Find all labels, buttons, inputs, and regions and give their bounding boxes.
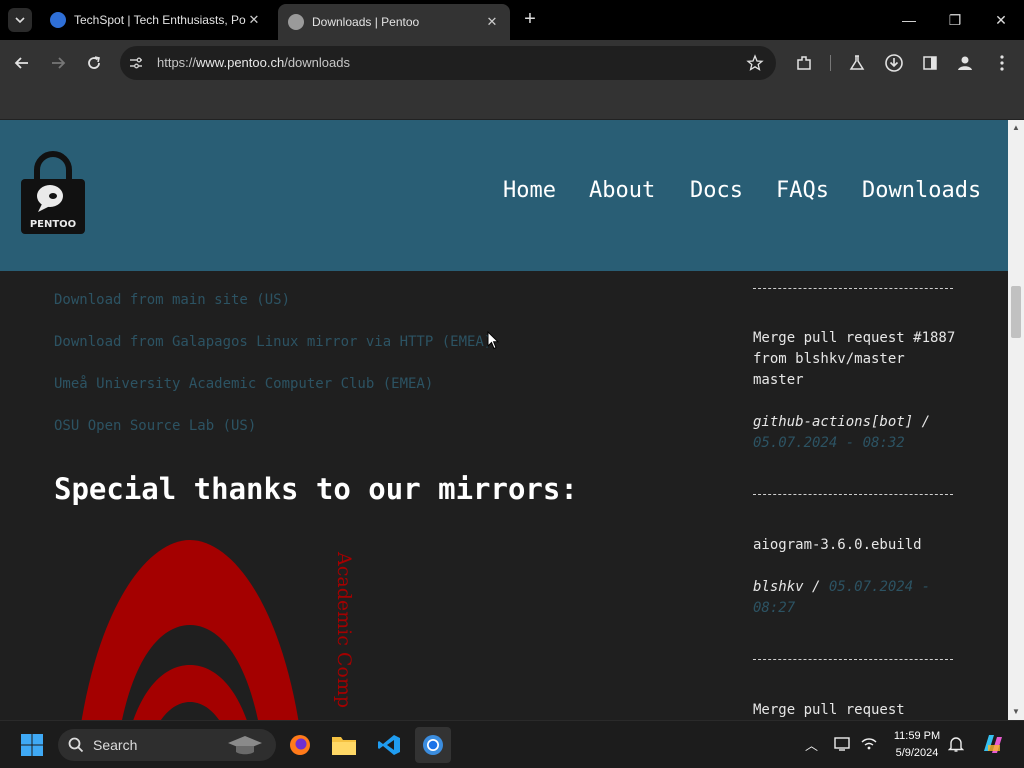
- address-bar[interactable]: https://www.pentoo.ch/downloads: [120, 46, 776, 80]
- start-button[interactable]: [14, 727, 50, 763]
- nav-about[interactable]: About: [589, 178, 655, 203]
- divider: [753, 288, 953, 289]
- system-clock[interactable]: 11:59 PM 5/9/2024: [888, 728, 946, 762]
- chevron-down-icon: [15, 17, 25, 24]
- firefox-app[interactable]: [282, 727, 318, 763]
- svg-text:Academic Comp: Academic Comp: [333, 551, 355, 708]
- bookmarks-bar: [0, 86, 1024, 120]
- commit-message[interactable]: Merge pull request: [753, 700, 958, 720]
- new-tab-button[interactable]: +: [518, 8, 542, 32]
- search-label: Search: [93, 737, 138, 753]
- search-icon: [68, 737, 84, 753]
- profile-icon[interactable]: [954, 52, 976, 74]
- notification-bell-icon[interactable]: [948, 735, 964, 753]
- labs-flask-icon[interactable]: [846, 52, 868, 74]
- close-tab-icon[interactable]: ✕: [246, 12, 262, 28]
- commit-meta: blshkv / 05.07.2024 - 08:27: [753, 579, 931, 616]
- page-scrollbar[interactable]: ▲ ▼: [1008, 120, 1024, 720]
- clock-time: 11:59 PM: [893, 730, 941, 742]
- nav-home[interactable]: Home: [503, 178, 556, 203]
- taskbar-search[interactable]: Search: [58, 729, 276, 761]
- commit-author[interactable]: github-actions[bot]: [753, 414, 913, 430]
- nav-docs[interactable]: Docs: [690, 178, 743, 203]
- firefox-icon: [290, 735, 310, 755]
- divider: [753, 494, 953, 495]
- mirror-link-main-site[interactable]: Download from main site (US): [54, 292, 290, 308]
- site-settings-icon[interactable]: [128, 55, 144, 71]
- vscode-app[interactable]: [371, 727, 407, 763]
- reload-button[interactable]: [80, 49, 108, 77]
- arrow-right-icon: [52, 57, 66, 69]
- url-text: https://www.pentoo.ch/downloads: [157, 55, 350, 70]
- scroll-up-arrow-icon[interactable]: ▲: [1008, 120, 1024, 136]
- show-hidden-icons-chevron-icon[interactable]: ︿: [805, 735, 818, 754]
- mirror-link-galapagos[interactable]: Download from Galapagos Linux mirror via…: [54, 334, 492, 350]
- back-button[interactable]: [8, 49, 36, 77]
- techspot-favicon-icon: [50, 12, 66, 28]
- file-explorer-app[interactable]: [326, 727, 362, 763]
- graduation-cap-icon: [228, 736, 262, 755]
- forward-button[interactable]: [44, 49, 72, 77]
- folder-icon: [332, 737, 356, 755]
- toolbar-divider: [830, 55, 831, 71]
- extensions-icon[interactable]: [793, 52, 815, 74]
- commit-message[interactable]: Merge pull request #1887 from blshkv/mas…: [753, 328, 958, 391]
- commit-date: 05.07.2024 - 08:32: [753, 435, 905, 451]
- copilot-icon[interactable]: [980, 731, 1006, 757]
- side-panel-icon[interactable]: [919, 52, 941, 74]
- restore-button[interactable]: ❐: [932, 0, 978, 40]
- chrome-icon: [423, 735, 443, 755]
- tab-pentoo-downloads[interactable]: Downloads | Pentoo ✕: [278, 4, 510, 40]
- recent-commits-sidebar: Merge pull request #1887 from blshkv/mas…: [753, 120, 958, 720]
- divider: [753, 659, 953, 660]
- mouse-pointer-icon: [487, 331, 499, 350]
- scroll-thumb[interactable]: [1011, 286, 1021, 338]
- globe-icon: [288, 14, 304, 30]
- downloads-icon[interactable]: [883, 52, 905, 74]
- close-window-button[interactable]: ✕: [978, 0, 1024, 40]
- url-scheme: https://: [157, 55, 197, 70]
- arrow-left-icon: [14, 57, 28, 69]
- close-tab-icon[interactable]: ✕: [484, 14, 500, 30]
- page-viewport: PENTOO Home About Docs FAQs Downloads Do…: [0, 120, 1008, 720]
- network-icon[interactable]: [860, 736, 878, 752]
- tab-techspot[interactable]: TechSpot | Tech Enthusiasts, Po ✕: [40, 4, 272, 36]
- windows-logo-icon: [21, 734, 43, 756]
- windows-taskbar: Search ︿ 11:59 PM 5/9/2024: [0, 720, 1024, 768]
- display-icon[interactable]: [834, 736, 852, 752]
- mirror-link-osu[interactable]: OSU Open Source Lab (US): [54, 418, 256, 434]
- url-path: /downloads: [284, 55, 350, 70]
- tab-title: TechSpot | Tech Enthusiasts, Po: [74, 13, 246, 27]
- tab-title: Downloads | Pentoo: [312, 15, 420, 29]
- svg-text:PENTOO: PENTOO: [30, 219, 76, 230]
- minimize-button[interactable]: —: [886, 0, 932, 40]
- pentoo-logo[interactable]: PENTOO: [20, 146, 86, 236]
- clock-date: 5/9/2024: [895, 747, 939, 759]
- commit-author[interactable]: blshkv: [753, 579, 804, 595]
- tab-search-button[interactable]: [8, 8, 32, 32]
- vscode-icon: [378, 735, 400, 755]
- commit-message[interactable]: aiogram-3.6.0.ebuild: [753, 535, 958, 556]
- url-host: www.pentoo.ch: [196, 55, 285, 70]
- special-thanks-heading: Special thanks to our mirrors:: [54, 472, 578, 506]
- browser-toolbar: https://www.pentoo.ch/downloads: [0, 40, 1024, 86]
- scroll-down-arrow-icon[interactable]: ▼: [1008, 704, 1024, 720]
- chrome-app[interactable]: [415, 727, 451, 763]
- mirror-link-umea[interactable]: Umeå University Academic Computer Club (…: [54, 376, 433, 392]
- reload-icon: [88, 56, 100, 69]
- commit-meta: github-actions[bot] / 05.07.2024 - 08:32: [753, 414, 931, 451]
- bookmark-star-icon[interactable]: [746, 54, 764, 72]
- tab-strip: TechSpot | Tech Enthusiasts, Po ✕ Downlo…: [0, 0, 1024, 40]
- menu-icon[interactable]: [991, 52, 1013, 74]
- academic-computer-club-logo[interactable]: Academic Comp: [80, 540, 370, 720]
